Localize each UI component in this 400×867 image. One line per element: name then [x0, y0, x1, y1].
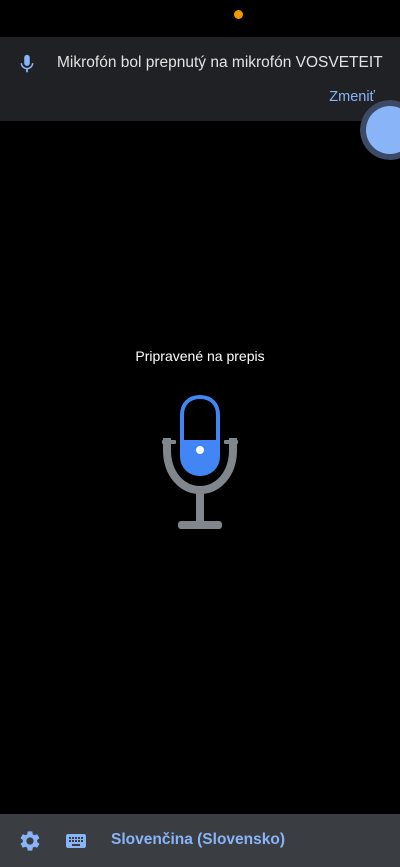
change-mic-button[interactable]: Zmeniť	[329, 89, 375, 105]
microphone-icon	[20, 54, 34, 73]
banner-message: Mikrofón bol prepnutý na mikrofón VOSVET…	[57, 54, 383, 71]
privacy-indicator-dot	[234, 10, 243, 19]
keyboard-icon[interactable]	[63, 829, 89, 853]
bottom-toolbar: Slovenčina (Slovensko)	[0, 814, 400, 867]
mic-switched-banner: Mikrofón bol prepnutý na mikrofón VOSVET…	[0, 37, 400, 121]
transcription-status: Pripravené na prepis	[135, 348, 265, 364]
gear-icon[interactable]	[18, 829, 42, 853]
microphone-icon[interactable]	[158, 388, 242, 534]
language-selector[interactable]: Slovenčina (Slovensko)	[111, 831, 285, 849]
screen: Mikrofón bol prepnutý na mikrofón VOSVET…	[0, 0, 400, 867]
